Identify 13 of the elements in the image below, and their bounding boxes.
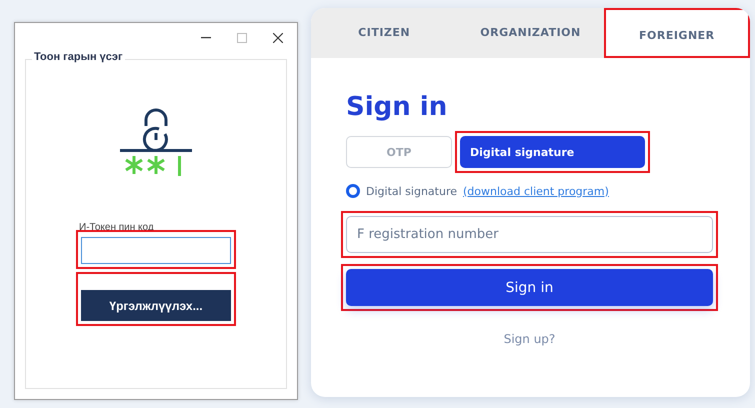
login-tab[interactable]: CITIZEN: [313, 10, 456, 56]
sign-in-title: Sign in: [346, 92, 448, 122]
download-link[interactable]: (download client program): [463, 184, 609, 198]
registration-field[interactable]: F registration number: [346, 216, 713, 253]
sign-up-link[interactable]: Sign up?: [504, 332, 556, 346]
method-toggle[interactable]: OTP: [346, 136, 452, 168]
login-tab[interactable]: ORGANIZATION: [459, 10, 602, 56]
login-tab[interactable]: FOREIGNER: [606, 10, 748, 56]
method-toggle[interactable]: Digital signature: [460, 136, 645, 168]
group-title: Тоон гарын үсэг: [32, 51, 125, 63]
sign-in-button[interactable]: Sign in: [346, 269, 713, 306]
radio-label: Digital signature: [366, 184, 457, 198]
continue-button[interactable]: Үргэлжлүүлэх...: [81, 290, 231, 321]
